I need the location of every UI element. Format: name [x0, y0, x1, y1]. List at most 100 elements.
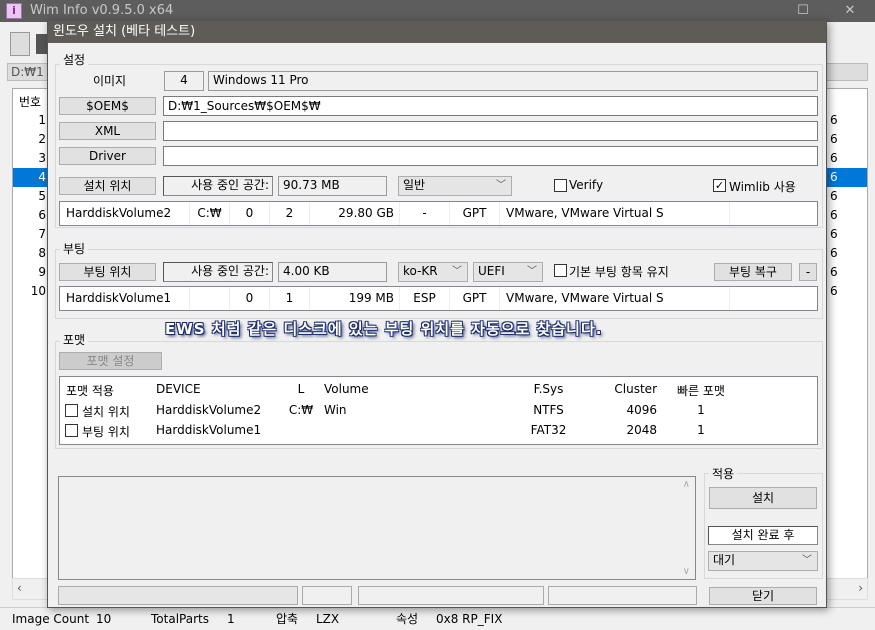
progress-bar: [58, 586, 298, 605]
format-settings-button[interactable]: 포맷 설정: [59, 352, 162, 370]
disk-cell: VMware, VMware Virtual S: [500, 202, 730, 225]
format-cell: HarddiskVolume2: [156, 403, 262, 417]
used-space-label: 사용 중인 공간:: [163, 176, 273, 196]
row-value: 6: [830, 246, 838, 260]
row-number: 8: [38, 246, 46, 260]
disk-cell: 2: [270, 202, 310, 225]
disk-cell: 1: [270, 287, 310, 310]
install-disk-list[interactable]: HarddiskVolume2 C:₩ 0 2 29.80 GB - GPT VMware, …: [59, 201, 819, 226]
oem-path-input[interactable]: D:₩1_Sources₩$OEM$₩: [163, 96, 818, 116]
minus-button[interactable]: -: [799, 263, 817, 281]
scroll-right-icon[interactable]: ›: [858, 581, 863, 595]
boot-used-space-value: 4.00 KB: [278, 262, 387, 282]
xml-button[interactable]: XML: [59, 122, 156, 140]
keep-default-checkbox[interactable]: [554, 264, 567, 277]
total-parts-label: TotalParts: [151, 612, 209, 626]
format-table[interactable]: 포맷 적용 DEVICE L Volume F.Sys Cluster 빠른 포맷 설치 위치…: [59, 376, 818, 445]
image-count-label: Image Count: [12, 612, 90, 626]
image-index-field[interactable]: 4: [164, 71, 204, 91]
boot-location-button[interactable]: 부팅 위치: [59, 263, 156, 281]
row-number: 10: [30, 284, 46, 298]
row-value: 6: [830, 132, 838, 146]
compression-value: LZX: [316, 612, 340, 626]
row-value: 6: [830, 189, 838, 203]
format-cell: 1: [697, 423, 705, 437]
format-cell: 4096: [626, 403, 657, 417]
wimlib-checkbox[interactable]: ✓: [713, 179, 726, 192]
verify-label: Verify: [569, 178, 604, 192]
disk-cell: 29.80 GB: [310, 202, 400, 225]
xml-path-input[interactable]: [163, 121, 818, 141]
locale-combo[interactable]: ko-KR ﹀: [398, 262, 468, 282]
row-number: 9: [38, 265, 46, 279]
format-column-header: 빠른 포맷: [677, 384, 725, 398]
scroll-up-icon[interactable]: ∧: [683, 479, 690, 490]
after-install-combo[interactable]: 대기 ﹀: [708, 551, 818, 571]
scroll-left-icon[interactable]: ‹: [17, 581, 22, 595]
disk-cell: [730, 287, 819, 310]
firmware-combo[interactable]: UEFI ﹀: [473, 262, 543, 282]
wimlib-label: Wimlib 사용: [729, 180, 796, 194]
status-bar: Image Count 10 TotalParts 1 압축 LZX 속성 0x…: [0, 607, 875, 630]
disk-cell: 0: [230, 287, 270, 310]
firmware-combo-value: UEFI: [478, 264, 505, 278]
disk-cell: HarddiskVolume1: [60, 287, 190, 310]
row-number: 4: [38, 170, 46, 184]
row-value: 6: [830, 170, 838, 184]
format-cell: 설치 위치: [82, 405, 130, 419]
status-box-2: [358, 586, 544, 605]
chevron-down-icon: ﹀: [452, 266, 462, 277]
row-value: 6: [830, 113, 838, 127]
attr-value: 0x8 RP_FIX: [436, 612, 503, 626]
row-number: 7: [38, 227, 46, 241]
install-location-button[interactable]: 설치 위치: [59, 177, 156, 195]
disk-cell: [730, 202, 819, 225]
row-number: 3: [38, 151, 46, 165]
log-textarea[interactable]: ∧ ∨: [58, 476, 696, 580]
compression-label: 압축: [276, 612, 299, 626]
mode-combo[interactable]: 일반 ﹀: [398, 176, 512, 196]
disk-cell: C:₩: [190, 202, 230, 225]
image-name-field[interactable]: Windows 11 Pro: [208, 71, 818, 91]
disk-cell: 199 MB: [310, 287, 400, 310]
verify-checkbox[interactable]: [554, 179, 567, 192]
format-apply-checkbox[interactable]: [65, 404, 78, 417]
disk-cell: 0: [230, 202, 270, 225]
disk-cell: -: [400, 202, 450, 225]
scroll-down-icon[interactable]: ∨: [683, 566, 690, 577]
chevron-down-icon: ﹀: [496, 180, 506, 191]
format-column-header: L: [297, 382, 305, 396]
apply-group-label: 적용: [709, 465, 738, 482]
attr-label: 속성: [396, 612, 419, 626]
dialog-title: 윈도우 설치 (베타 테스트): [48, 21, 826, 43]
install-button[interactable]: 설치: [709, 487, 817, 509]
row-value: 6: [830, 151, 838, 165]
close-window-button[interactable]: ✕: [835, 0, 865, 22]
maximize-button[interactable]: ☐: [788, 0, 818, 22]
disk-cell: GPT: [450, 202, 500, 225]
boot-disk-list[interactable]: HarddiskVolume1 0 1 199 MB ESP GPT VMware, VMw…: [59, 286, 819, 311]
boot-repair-button[interactable]: 부팅 복구: [714, 263, 792, 281]
driver-button[interactable]: Driver: [59, 147, 156, 165]
open-file-icon[interactable]: [10, 32, 30, 56]
row-number: 2: [38, 132, 46, 146]
close-button[interactable]: 닫기: [709, 587, 817, 605]
status-box-3: [548, 586, 697, 605]
keep-default-label: 기본 부팅 항목 유지: [569, 265, 669, 279]
oem-button[interactable]: $OEM$: [59, 97, 156, 115]
app-info-icon: i: [6, 3, 22, 19]
format-cell: 2048: [626, 423, 657, 437]
format-apply-checkbox[interactable]: [65, 424, 78, 437]
after-install-combo-value: 대기: [713, 553, 736, 567]
driver-path-input[interactable]: [163, 146, 818, 166]
disk-cell: ESP: [400, 287, 450, 310]
main-window-title: Wim Info v0.9.5.0 x64: [0, 0, 875, 22]
format-column-header: Cluster: [614, 382, 657, 396]
boot-group-label: 부팅: [60, 240, 89, 257]
format-cell: FAT32: [530, 423, 567, 437]
image-label: 이미지: [92, 74, 127, 88]
format-column-header: Volume: [324, 382, 369, 396]
disk-cell: VMware, VMware Virtual S: [500, 287, 730, 310]
disk-cell: GPT: [450, 287, 500, 310]
row-number: 6: [38, 208, 46, 222]
